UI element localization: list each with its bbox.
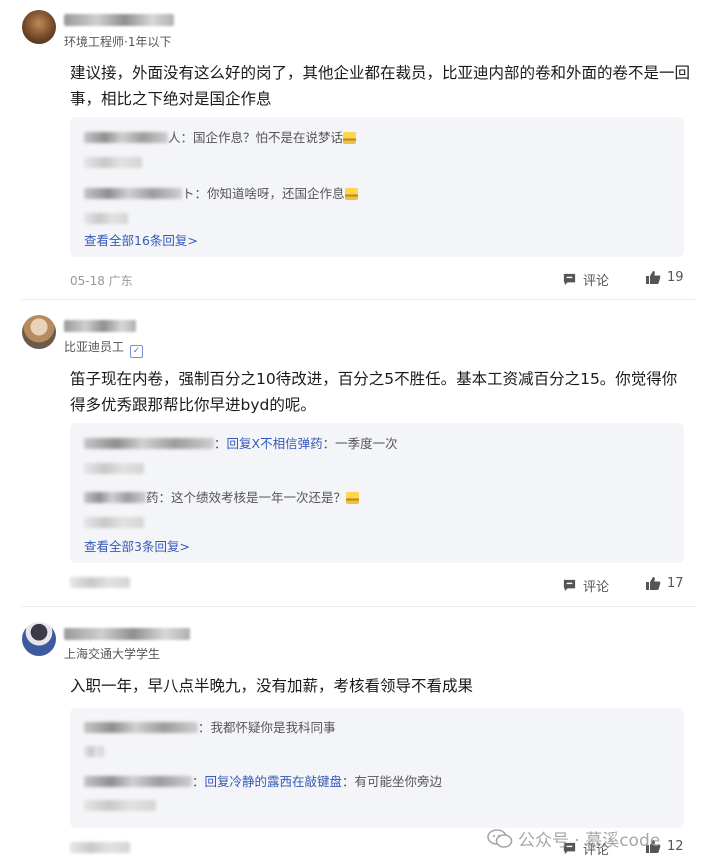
divider xyxy=(22,606,695,607)
reply-to-link[interactable]: 回复冷静的露西在敲键盘 xyxy=(205,774,343,789)
reply-username-blurred[interactable] xyxy=(84,132,168,143)
reply-text: 这个绩效考核是一年一次还是？ xyxy=(171,490,347,505)
username-blurred[interactable] xyxy=(64,14,174,26)
reply-blurred-line xyxy=(84,798,156,813)
comment-button[interactable]: 评论 xyxy=(562,270,609,289)
thumbs-up-icon xyxy=(646,577,661,590)
user-meta: 环境工程师·1年以下 xyxy=(64,35,172,49)
comment-text: 建议接，外面没有这么好的岗了，其他企业都在裁员，比亚迪内部的卷和外面的卷不是一回… xyxy=(70,64,691,108)
reply-blurred-line xyxy=(84,211,128,226)
reply-username-blurred[interactable] xyxy=(84,722,198,733)
wechat-icon xyxy=(487,828,513,848)
comment-text: 入职一年，早八点半晚九，没有加薪，考核看领导不看成果 xyxy=(70,677,474,695)
comment-icon xyxy=(563,273,576,286)
reply-text: 一季度一次 xyxy=(335,436,398,451)
reply-box: ：回复X不相信弹药：一季度一次 药：这个绩效考核是一年一次还是？ 查看全部3条回… xyxy=(70,423,684,563)
like-count: 17 xyxy=(667,576,684,591)
watermark-text: 公众号 · 慕溪code xyxy=(518,831,661,851)
reply-item: ：回复X不相信弹药：一季度一次 xyxy=(84,433,398,452)
reply-text: 有可能坐你旁边 xyxy=(354,774,443,789)
avatar[interactable] xyxy=(22,315,56,349)
user-role: 环境工程师 xyxy=(64,35,125,49)
reply-username-blurred[interactable] xyxy=(84,438,214,449)
reply-username-blurred[interactable] xyxy=(84,492,146,503)
like-count: 19 xyxy=(667,270,684,285)
reply-username-blurred[interactable] xyxy=(84,776,192,787)
view-all-replies-link[interactable]: 查看全部3条回复> xyxy=(84,536,190,555)
divider xyxy=(22,299,695,300)
reply-box: ：我都怀疑你是我科同事 ：回复冷静的露西在敲键盘：有可能坐你旁边 xyxy=(70,708,684,828)
username-blurred[interactable] xyxy=(64,628,190,640)
reply-item: 药：这个绩效考核是一年一次还是？ xyxy=(84,487,360,506)
reply-text: 国企作息？怕不是在说梦话 xyxy=(193,130,344,145)
laugh-emoji-icon xyxy=(343,132,357,144)
comment-icon xyxy=(563,579,576,592)
reply-item: ：我都怀疑你是我科同事 xyxy=(84,717,336,736)
user-meta: 比亚迪员工 ✓ xyxy=(64,338,144,358)
reply-text: 我都怀疑你是我科同事 xyxy=(210,720,336,735)
like-button[interactable]: 19 xyxy=(645,270,684,285)
post-date-location xyxy=(70,841,130,855)
user-role: 比亚迪员工 xyxy=(64,340,125,354)
reply-blurred-line xyxy=(84,461,144,476)
laugh-emoji-icon xyxy=(344,188,358,200)
reply-text: 你知道啥呀，还国企作息 xyxy=(207,186,345,201)
like-count: 12 xyxy=(667,839,684,854)
reply-box: 人：国企作息？怕不是在说梦话 ト：你知道啥呀，还国企作息 查看全部16条回复> xyxy=(70,117,684,257)
reply-to-link[interactable]: 回复X不相信弹药 xyxy=(227,436,323,451)
user-role: 上海交通大学学生 xyxy=(64,647,161,661)
reply-item: ト：你知道啥呀，还国企作息 xyxy=(84,183,358,202)
view-all-replies-link[interactable]: 查看全部16条回复> xyxy=(84,230,198,249)
thumbs-up-icon xyxy=(646,271,661,284)
reply-blurred-line xyxy=(84,515,144,530)
user-meta: 上海交通大学学生 xyxy=(64,645,160,662)
comment-text: 笛子现在内卷，强制百分之10待改进，百分之5不胜任。基本工资减百分之15。你觉得… xyxy=(70,370,678,414)
username-blurred[interactable] xyxy=(64,320,136,332)
reply-blurred-line xyxy=(84,744,104,759)
post-date-location xyxy=(70,576,130,590)
laugh-emoji-icon xyxy=(346,492,360,504)
reply-blurred-line xyxy=(84,155,142,170)
comment-button[interactable]: 评论 xyxy=(562,576,609,595)
avatar[interactable] xyxy=(22,10,56,44)
reply-item: ：回复冷静的露西在敲键盘：有可能坐你旁边 xyxy=(84,771,442,790)
watermark: 公众号 · 慕溪code xyxy=(487,826,660,851)
avatar[interactable] xyxy=(22,622,56,656)
post-date-location: 05-18 广东 xyxy=(70,274,133,288)
reply-item: 人：国企作息？怕不是在说梦话 xyxy=(84,127,357,146)
reply-username-blurred[interactable] xyxy=(84,188,182,199)
like-button[interactable]: 17 xyxy=(645,576,684,591)
post-time: 1年以下 xyxy=(127,35,172,49)
verified-badge-icon: ✓ xyxy=(130,345,144,358)
